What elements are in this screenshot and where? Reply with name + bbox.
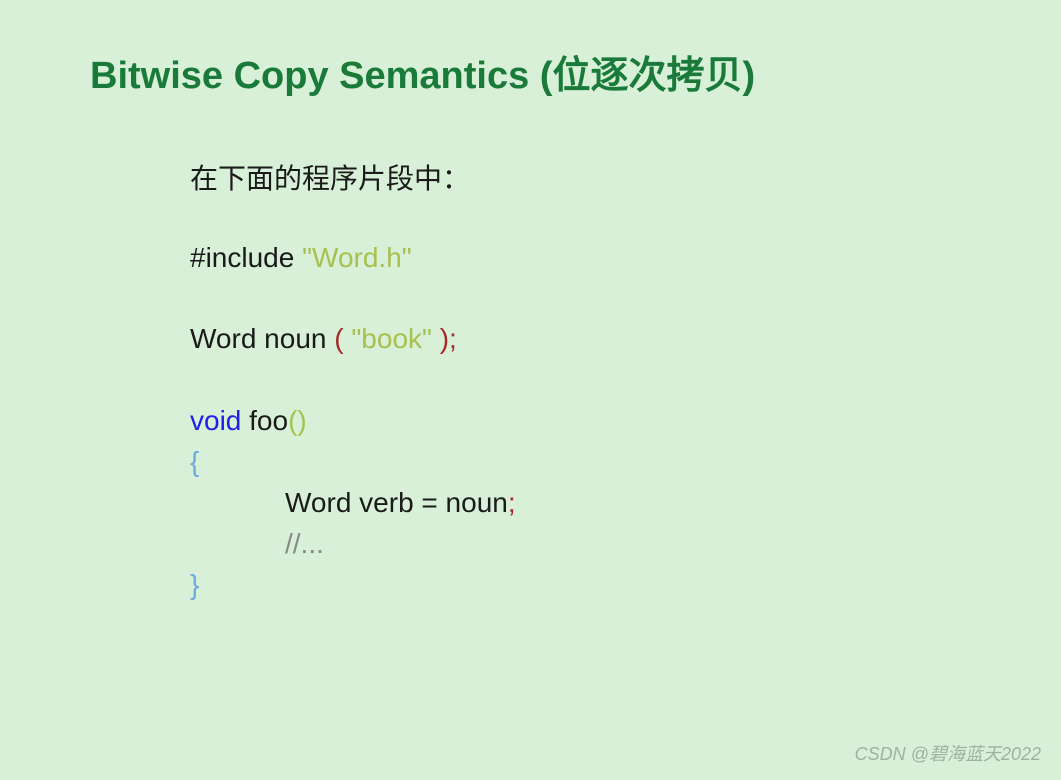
code-line-brace-open: { (190, 442, 1061, 481)
string-literal-book: "book" (351, 323, 439, 354)
slide-title: Bitwise Copy Semantics (位逐次拷贝) (0, 0, 1061, 99)
code-line-comment: //... (190, 524, 1061, 563)
code-line-brace-close: } (190, 565, 1061, 604)
decl-noun-text: Word noun (190, 323, 334, 354)
code-line-include: #include "Word.h" (190, 238, 1061, 277)
include-directive: #include (190, 242, 302, 273)
func-parens: () (288, 405, 307, 436)
code-line-func-sig: void foo() (190, 401, 1061, 440)
assign-text: Word verb = noun (285, 487, 508, 518)
brace-close: } (190, 569, 199, 600)
paren-close-semi: ); (440, 323, 457, 354)
code-line-decl-noun: Word noun ( "book" ); (190, 319, 1061, 358)
code-line-assign: Word verb = noun; (190, 483, 1061, 522)
code-blank (190, 279, 1061, 319)
watermark-text: CSDN @碧海蓝天2022 (855, 740, 1041, 766)
paren-open: ( (334, 323, 351, 354)
func-name-foo: foo (241, 405, 288, 436)
keyword-void: void (190, 405, 241, 436)
comment-text: //... (285, 528, 324, 559)
assign-semi: ; (508, 487, 516, 518)
slide-content: 在下面的程序片段中： #include "Word.h" Word noun (… (0, 99, 1061, 605)
intro-text: 在下面的程序片段中： (190, 159, 1061, 198)
include-header-string: "Word.h" (302, 242, 412, 273)
brace-open: { (190, 446, 199, 477)
code-blank (190, 361, 1061, 401)
